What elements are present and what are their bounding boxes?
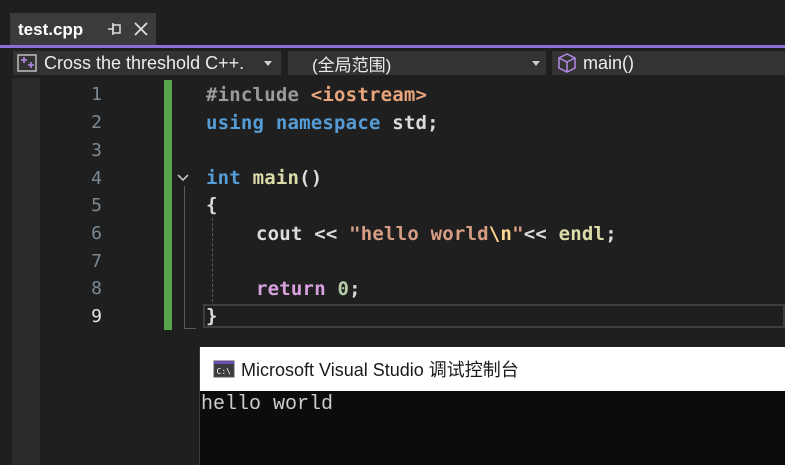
pin-icon[interactable] [105, 20, 123, 38]
code-line-5: { [206, 194, 218, 216]
code-line-1: #include <iostream> [206, 84, 428, 106]
debug-console-window[interactable]: C:\ Microsoft Visual Studio 调试控制台 hello … [199, 347, 785, 465]
project-dropdown[interactable]: Cross the threshold C++. [13, 51, 281, 75]
document-tab-strip: test.cpp [0, 0, 785, 46]
fold-region-line [184, 186, 185, 328]
chevron-down-icon [532, 61, 540, 66]
scope-dropdown[interactable]: (全局范围) [288, 51, 546, 75]
console-title: Microsoft Visual Studio 调试控制台 [241, 360, 519, 380]
code-line-4: int main() [206, 167, 323, 189]
code-line-9: } [206, 305, 218, 327]
current-line-highlight [203, 304, 785, 328]
console-output: hello world [201, 393, 334, 416]
line-number: 6 [91, 223, 102, 244]
line-number: 1 [91, 84, 102, 105]
method-cube-icon [558, 53, 576, 73]
function-label: main() [583, 52, 635, 73]
tab-title: test.cpp [18, 19, 84, 39]
active-line-number: 9 [91, 306, 102, 327]
indent-guide [212, 218, 213, 302]
line-number: 3 [91, 140, 102, 161]
close-icon[interactable] [131, 19, 151, 39]
project-icon [17, 54, 37, 72]
line-number: 2 [91, 112, 102, 133]
code-line-2: using namespace std; [206, 112, 439, 134]
function-dropdown[interactable]: main() [552, 51, 785, 75]
change-tracking-bar [164, 80, 172, 330]
scope-label: (全局范围) [312, 55, 392, 75]
line-number: 7 [91, 251, 102, 272]
chevron-down-icon [264, 61, 272, 66]
svg-text:C:\: C:\ [217, 367, 232, 376]
fold-region-end [184, 328, 196, 329]
project-label: Cross the threshold C++. [44, 52, 245, 73]
navigation-bar: Cross the threshold C++. (全局范围) main() [0, 48, 785, 78]
code-line-6: cout << "hello world\n"<< endl; [256, 223, 617, 245]
line-number: 5 [91, 195, 102, 216]
line-number: 8 [91, 278, 102, 299]
fold-chevron-icon[interactable] [176, 173, 190, 183]
document-tab[interactable]: test.cpp [10, 13, 156, 46]
console-app-icon: C:\ [213, 360, 235, 378]
line-number: 4 [91, 168, 102, 189]
code-line-8: return 0; [256, 278, 361, 300]
glyph-margin [12, 78, 40, 465]
console-title-bar[interactable]: C:\ Microsoft Visual Studio 调试控制台 [200, 347, 785, 391]
